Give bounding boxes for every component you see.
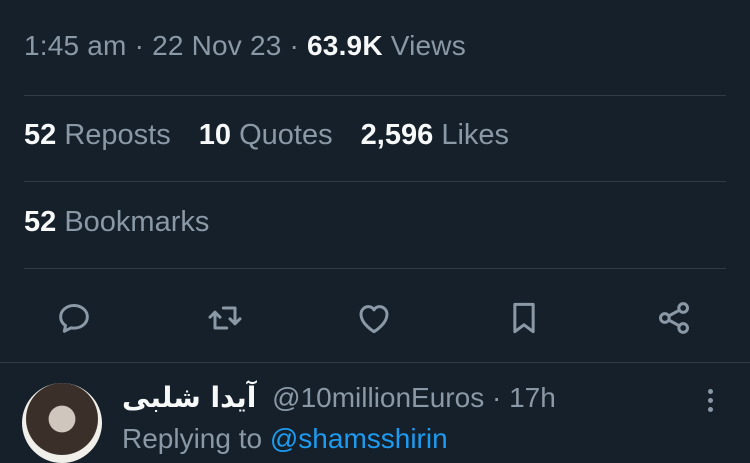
heart-icon bbox=[359, 305, 389, 334]
reposts-stat[interactable]: 52 Reposts bbox=[24, 119, 171, 152]
more-dot bbox=[707, 406, 713, 412]
quotes-label: Quotes bbox=[239, 119, 333, 151]
tweet-action-bar bbox=[0, 294, 750, 342]
more-dot bbox=[707, 388, 713, 394]
repost-icon bbox=[208, 306, 242, 330]
reply-display-name[interactable]: آیدا شلبی bbox=[122, 381, 256, 414]
tweet-time: 1:45 am bbox=[24, 30, 127, 61]
meta-separator: · bbox=[134, 30, 145, 61]
like-button[interactable] bbox=[350, 294, 398, 342]
reply-icon bbox=[59, 304, 89, 333]
reply-separator: · bbox=[492, 382, 502, 413]
reply-tweet[interactable]: آیدا شلبی @10millionEuros · 17h Replying… bbox=[0, 363, 750, 463]
likes-count: 2,596 bbox=[360, 119, 434, 151]
reply-button[interactable] bbox=[50, 294, 98, 342]
quotes-count: 10 bbox=[198, 119, 232, 151]
share-icon bbox=[659, 302, 689, 334]
bookmark-button[interactable] bbox=[500, 294, 548, 342]
reply-time[interactable]: 17h bbox=[509, 382, 556, 413]
reply-handle[interactable]: @10millionEuros bbox=[272, 382, 484, 413]
bookmarks-count: 52 bbox=[24, 206, 57, 238]
tweet-date: 22 Nov 23 bbox=[152, 30, 282, 61]
avatar[interactable] bbox=[22, 383, 102, 463]
share-button[interactable] bbox=[650, 294, 698, 342]
engagement-stats: 52 Reposts 10 Quotes 2,596 Likes bbox=[24, 119, 529, 152]
tweet-meta-row: 1:45 am · 22 Nov 23 · 63.9K Views bbox=[24, 30, 466, 62]
replying-to-label: Replying to bbox=[122, 423, 263, 454]
bookmarks-label: Bookmarks bbox=[64, 206, 210, 238]
views-count[interactable]: 63.9K bbox=[307, 30, 383, 61]
bookmark-icon bbox=[513, 302, 535, 334]
divider bbox=[24, 95, 726, 96]
repost-button[interactable] bbox=[201, 294, 249, 342]
views-label: Views bbox=[390, 30, 466, 61]
reply-header: آیدا شلبی @10millionEuros · 17h bbox=[122, 381, 556, 414]
likes-label: Likes bbox=[441, 119, 510, 151]
more-dot bbox=[707, 397, 713, 403]
quotes-stat[interactable]: 10 Quotes bbox=[199, 119, 333, 152]
replying-to: Replying to @shamsshirin bbox=[122, 423, 448, 455]
meta-separator: · bbox=[289, 30, 300, 61]
bookmarks-stat[interactable]: 52 Bookmarks bbox=[24, 206, 209, 239]
likes-stat[interactable]: 2,596 Likes bbox=[361, 119, 509, 152]
divider bbox=[24, 268, 726, 269]
reposts-label: Reposts bbox=[64, 119, 171, 151]
divider bbox=[24, 181, 726, 182]
more-options-button[interactable] bbox=[696, 383, 724, 417]
reposts-count: 52 bbox=[24, 119, 57, 151]
replying-to-handle[interactable]: @shamsshirin bbox=[270, 423, 448, 454]
